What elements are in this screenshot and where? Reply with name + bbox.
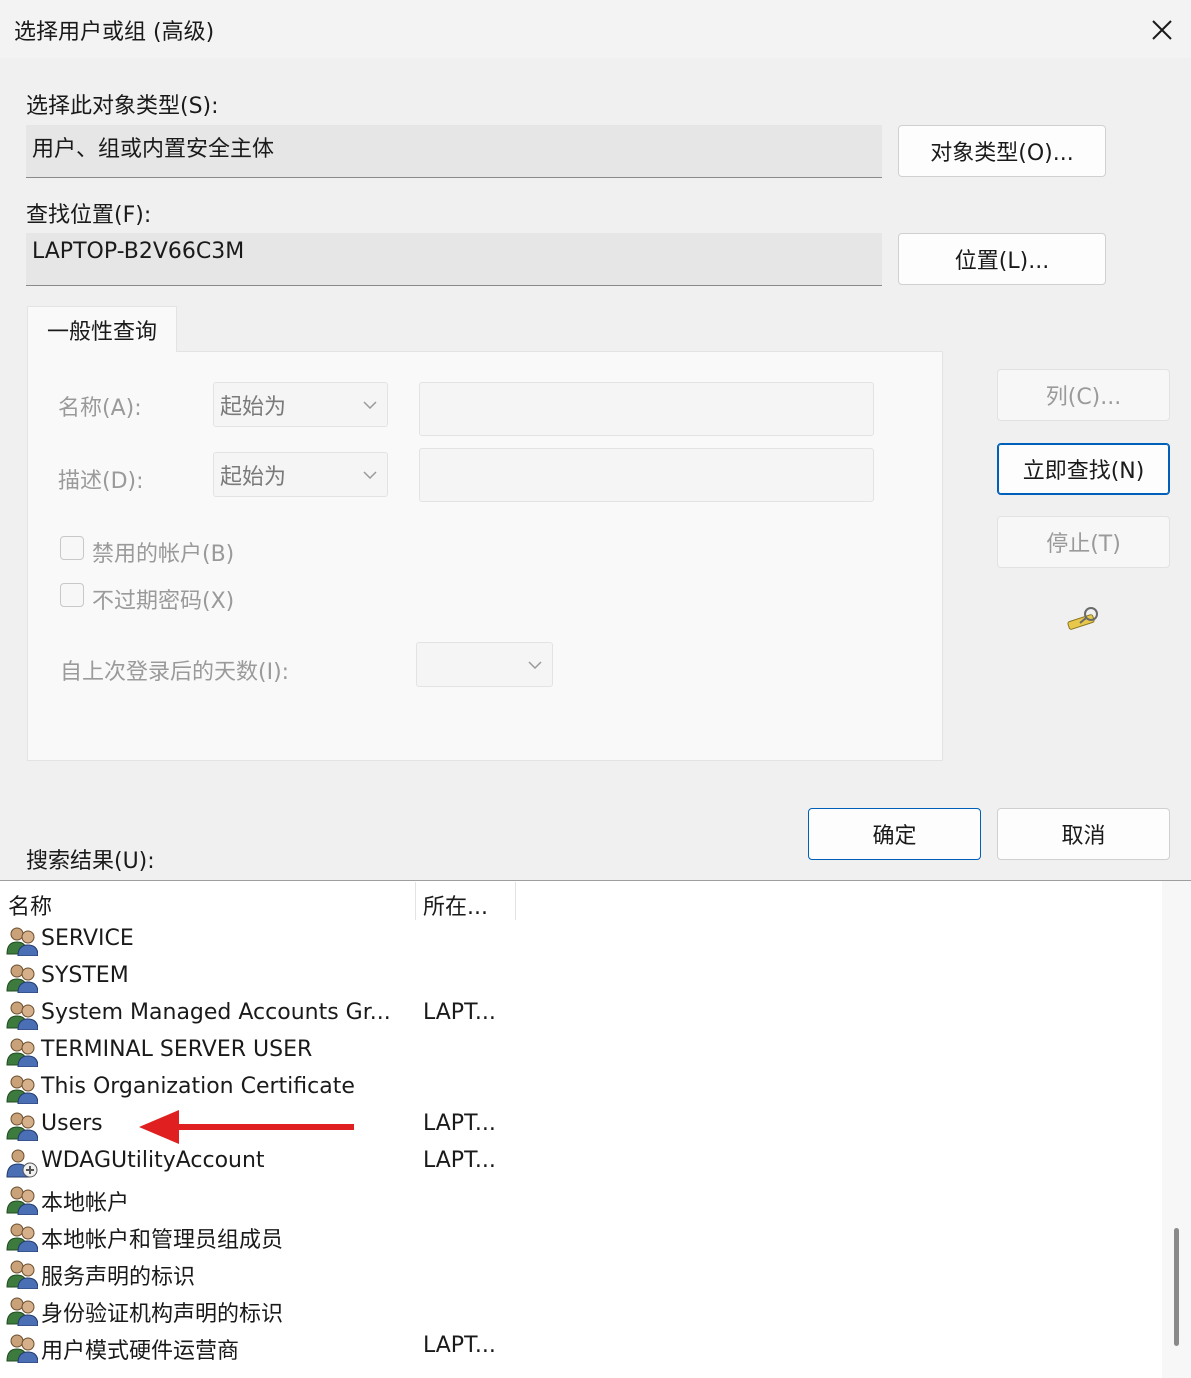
chevron-down-icon bbox=[363, 470, 377, 479]
table-row[interactable]: 本地帐户和管理员组成员 bbox=[0, 1218, 1160, 1255]
scrollbar-thumb[interactable] bbox=[1174, 1228, 1179, 1346]
locations-button[interactable]: 位置(L)... bbox=[898, 233, 1106, 285]
non-expiring-password-checkbox[interactable] bbox=[60, 583, 84, 607]
row-name: This Organization Certificate bbox=[41, 1074, 355, 1099]
table-row[interactable]: WDAGUtilityAccount LAPT... bbox=[0, 1144, 1160, 1181]
row-name: System Managed Accounts Gr... bbox=[41, 1000, 391, 1025]
chevron-down-icon bbox=[528, 660, 542, 669]
table-row[interactable]: 用户模式硬件运营商 LAPT... bbox=[0, 1329, 1160, 1366]
column-header-name[interactable]: 名称 bbox=[8, 889, 52, 921]
table-row[interactable]: TERMINAL SERVER USER bbox=[0, 1033, 1160, 1070]
location-field: LAPTOP-B2V66C3M bbox=[26, 233, 882, 286]
row-name: SERVICE bbox=[41, 926, 134, 951]
name-mode-select[interactable]: 起始为 bbox=[213, 382, 388, 427]
group-icon bbox=[6, 963, 39, 994]
group-icon bbox=[6, 1259, 39, 1290]
description-input[interactable] bbox=[419, 448, 874, 502]
group-icon bbox=[6, 1222, 39, 1253]
window-title: 选择用户或组 (高级) bbox=[14, 20, 215, 45]
chevron-down-icon bbox=[363, 400, 377, 409]
row-name: 本地帐户 bbox=[41, 1191, 130, 1216]
red-arrow-annotation bbox=[139, 1110, 354, 1144]
row-name: TERMINAL SERVER USER bbox=[41, 1037, 313, 1062]
column-divider bbox=[415, 882, 416, 920]
row-name: 身份验证机构声明的标识 bbox=[41, 1302, 284, 1327]
row-name: Users bbox=[41, 1111, 103, 1136]
table-row[interactable]: 本地帐户 bbox=[0, 1181, 1160, 1218]
name-label: 名称(A): bbox=[58, 396, 142, 421]
table-row[interactable]: This Organization Certificate bbox=[0, 1070, 1160, 1107]
group-icon bbox=[6, 1074, 39, 1105]
group-icon bbox=[6, 1000, 39, 1031]
search-results-label: 搜索结果(U): bbox=[26, 849, 155, 874]
group-icon bbox=[6, 926, 39, 957]
days-since-logon-label: 自上次登录后的天数(I): bbox=[60, 660, 290, 685]
close-icon bbox=[1152, 20, 1172, 40]
table-row[interactable]: SYSTEM bbox=[0, 959, 1160, 996]
row-name: 本地帐户和管理员组成员 bbox=[41, 1228, 284, 1253]
description-mode-value: 起始为 bbox=[220, 464, 287, 490]
description-mode-select[interactable]: 起始为 bbox=[213, 452, 388, 497]
table-row[interactable]: SERVICE bbox=[0, 922, 1160, 959]
group-icon bbox=[6, 1037, 39, 1068]
row-name: 服务声明的标识 bbox=[41, 1265, 196, 1290]
table-row[interactable]: 身份验证机构声明的标识 bbox=[0, 1292, 1160, 1329]
columns-button[interactable]: 列(C)... bbox=[997, 369, 1170, 421]
tab-general-query[interactable]: 一般性查询 bbox=[27, 306, 177, 352]
object-type-field: 用户、组或内置安全主体 bbox=[26, 125, 882, 178]
row-location: LAPT... bbox=[423, 1111, 496, 1136]
row-location: LAPT... bbox=[423, 1000, 496, 1025]
column-divider bbox=[515, 882, 516, 920]
description-label: 描述(D): bbox=[58, 469, 144, 494]
group-icon bbox=[6, 1333, 39, 1364]
group-icon bbox=[6, 1296, 39, 1327]
days-since-logon-select[interactable] bbox=[416, 642, 553, 687]
disabled-accounts-label: 禁用的帐户(B) bbox=[92, 542, 235, 567]
name-input[interactable] bbox=[419, 382, 874, 436]
non-expiring-password-label: 不过期密码(X) bbox=[92, 589, 235, 614]
user-icon bbox=[6, 1148, 38, 1178]
group-icon bbox=[6, 1185, 39, 1216]
row-location: LAPT... bbox=[423, 1148, 496, 1173]
row-name: SYSTEM bbox=[41, 963, 129, 988]
row-location: LAPT... bbox=[423, 1333, 496, 1358]
stop-button[interactable]: 停止(T) bbox=[997, 516, 1170, 568]
object-types-button[interactable]: 对象类型(O)... bbox=[898, 125, 1106, 177]
table-row[interactable]: 服务声明的标识 bbox=[0, 1255, 1160, 1292]
table-row[interactable]: System Managed Accounts Gr... LAPT... bbox=[0, 996, 1160, 1033]
row-name: 用户模式硬件运营商 bbox=[41, 1339, 240, 1364]
row-name: WDAGUtilityAccount bbox=[41, 1148, 265, 1173]
ok-button[interactable]: 确定 bbox=[808, 808, 981, 860]
name-mode-value: 起始为 bbox=[220, 394, 287, 420]
find-now-button[interactable]: 立即查找(N) bbox=[997, 443, 1170, 495]
object-type-label: 选择此对象类型(S): bbox=[26, 94, 219, 119]
search-flashlight-icon bbox=[1064, 604, 1102, 634]
column-header-location[interactable]: 所在... bbox=[423, 889, 488, 921]
cancel-button[interactable]: 取消 bbox=[997, 808, 1170, 860]
disabled-accounts-checkbox[interactable] bbox=[60, 536, 84, 560]
group-icon bbox=[6, 1111, 39, 1142]
close-button[interactable] bbox=[1140, 8, 1184, 52]
location-label: 查找位置(F): bbox=[26, 203, 152, 228]
